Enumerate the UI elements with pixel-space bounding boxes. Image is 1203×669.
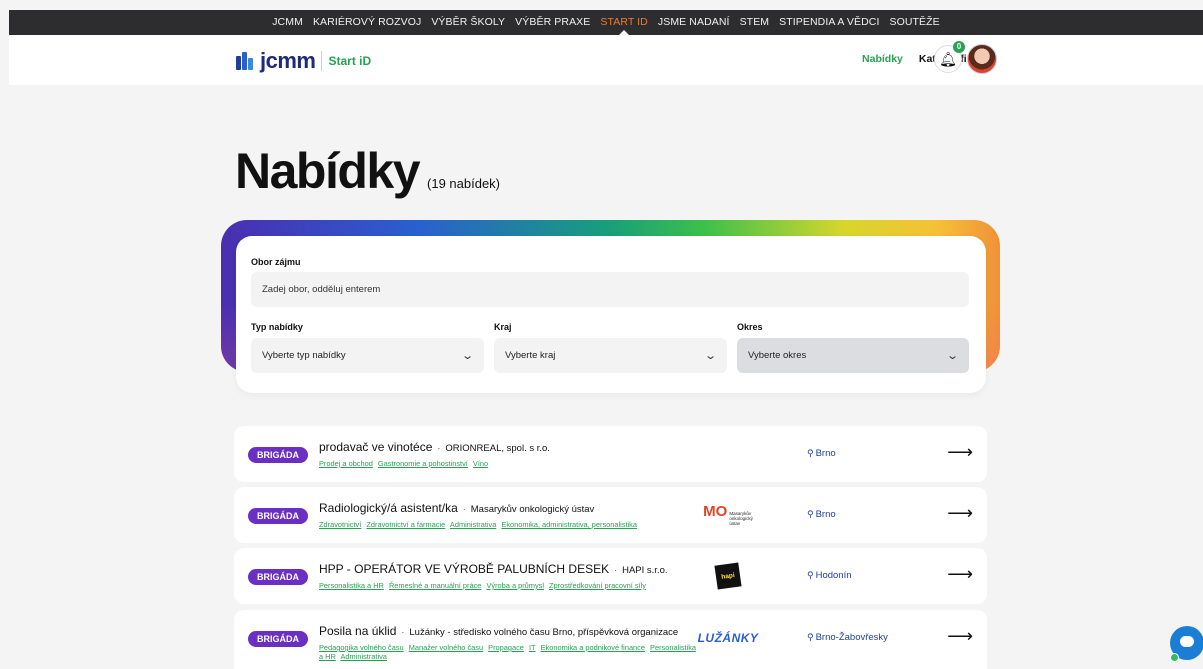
tag-link[interactable]: Administrativa	[341, 652, 387, 661]
logo[interactable]: jcmm Start iD	[236, 48, 371, 74]
offer-card[interactable]: BRIGÁDA Radiologický/á asistent/ka · Masar…	[234, 487, 987, 543]
topnav-souteze[interactable]: SOUTĚŽE	[884, 10, 944, 35]
offer-location: ⚲ Hodonín	[807, 570, 852, 581]
company-logo: MO Masarykův onkologický ústav	[703, 502, 753, 526]
offer-company: Lužánky - středisko volného času Brno, p…	[409, 627, 679, 638]
offer-tags: Pedagogika volného času Manažer volného …	[319, 643, 699, 661]
topnav-stem[interactable]: STEM	[735, 10, 775, 35]
top-navigation: JCMM KARIÉROVÝ ROZVOJ VÝBĚR ŠKOLY VÝBĚR …	[9, 10, 1203, 35]
nav-offers[interactable]: Nabídky	[862, 53, 903, 65]
offer-tags: Zdravotnictví Zdravotnictví a farmacie A…	[319, 520, 699, 529]
logo-text: jcmm	[260, 48, 316, 73]
offer-card[interactable]: BRIGÁDA Posila na úklid · Lužánky - středi…	[234, 610, 987, 669]
brand-text: Start iD	[328, 54, 372, 68]
notification-badge: 0	[953, 41, 965, 53]
region-label: Kraj	[494, 322, 512, 332]
chat-icon	[1180, 636, 1194, 647]
district-select[interactable]: Vyberte okres ⌄	[737, 338, 969, 373]
offer-location: ⚲ Brno-Žabovřesky	[807, 632, 888, 643]
district-select-value: Vyberte okres	[748, 350, 807, 361]
tag-link[interactable]: Víno	[473, 459, 488, 468]
location-pin-icon: ⚲	[807, 570, 814, 580]
district-label: Okres	[737, 322, 763, 332]
site-header: jcmm Start iD Nabídky Katalog firem 🔔︎ 0	[9, 35, 1203, 85]
offer-title-text: Radiologický/á asistent/ka	[319, 501, 458, 515]
topnav-stipendia[interactable]: STIPENDIA A VĚDCI	[774, 10, 884, 35]
region-select[interactable]: Vyberte kraj ⌄	[494, 338, 727, 373]
location-pin-icon: ⚲	[807, 448, 814, 458]
chevron-down-icon: ⌄	[460, 350, 474, 362]
tag-link[interactable]: Pedagogika volného času	[319, 643, 404, 652]
offer-company: HAPI s.r.o.	[622, 565, 668, 576]
interest-label: Obor zájmu	[251, 257, 301, 267]
offer-tags: Prodej a obchod Gastronomie a pohostinst…	[319, 459, 699, 468]
tag-link[interactable]: Gastronomie a pohostinství	[378, 459, 468, 468]
offer-type-badge: BRIGÁDA	[248, 569, 308, 585]
offer-company: Masarykův onkologický ústav	[470, 504, 595, 515]
notifications-button[interactable]: 🔔︎ 0	[934, 41, 965, 73]
page-title: Nabídky	[235, 143, 421, 199]
arrow-right-icon[interactable]: ⟶	[947, 442, 973, 463]
offer-location: ⚲ Brno	[807, 509, 836, 520]
tag-link[interactable]: Zdravotnictví	[319, 520, 361, 529]
online-status-dot	[1170, 653, 1179, 662]
topnav-vyber-praxe[interactable]: VÝBĚR PRAXE	[510, 10, 595, 35]
offer-title: prodavač ve vinotéce · ORIONREAL, spol. s …	[319, 440, 550, 454]
company-logo: hapi	[701, 556, 755, 596]
offer-title-text: HPP - OPERÁTOR VE VÝROBĚ PALUBNÍCH DESEK	[319, 562, 610, 576]
page-heading: Nabídky (19 nabídek)	[235, 142, 500, 200]
offer-location: ⚲ Brno	[807, 448, 836, 459]
arrow-right-icon[interactable]: ⟶	[947, 564, 973, 585]
tag-link[interactable]: Propagace	[488, 643, 524, 652]
topnav-start-id[interactable]: START ID	[595, 10, 652, 35]
offer-type-badge: BRIGÁDA	[248, 447, 308, 463]
arrow-right-icon[interactable]: ⟶	[947, 626, 973, 647]
bell-icon: 🔔︎	[939, 50, 957, 67]
tag-link[interactable]: Ekonomika, administrativa, personalistik…	[501, 520, 637, 529]
location-pin-icon: ⚲	[807, 509, 814, 519]
topnav-jsme-nadani[interactable]: JSME NADANÍ	[653, 10, 735, 35]
chevron-down-icon: ⌄	[703, 350, 717, 362]
topnav-jcmm[interactable]: JCMM	[267, 10, 308, 35]
offer-count: (19 nabídek)	[427, 176, 501, 191]
offer-company: ORIONREAL, spol. s r.o.	[445, 443, 550, 454]
tag-link[interactable]: Řemeslné a manuální práce	[389, 581, 481, 590]
offer-title: Posila na úklid · Lužánky - středisko voln…	[319, 624, 679, 638]
logo-divider	[321, 51, 323, 71]
books-logo-icon	[236, 52, 254, 70]
tag-link[interactable]: Personalistika a HR	[319, 581, 384, 590]
region-select-value: Vyberte kraj	[505, 350, 556, 361]
tag-link[interactable]: Ekonomika a podnikové finance	[541, 643, 645, 652]
tag-link[interactable]: IT	[529, 643, 536, 652]
company-logo: LUŽÁNKY	[697, 631, 759, 645]
topnav-karierovy-rozvoj[interactable]: KARIÉROVÝ ROZVOJ	[308, 10, 426, 35]
offer-title: Radiologický/á asistent/ka · Masarykův onk…	[319, 501, 595, 515]
chat-button[interactable]	[1170, 626, 1203, 662]
tag-link[interactable]: Zprostředkování pracovní síly	[549, 581, 646, 590]
offer-card[interactable]: BRIGÁDA HPP - OPERÁTOR VE VÝROBĚ PALUBNÍ…	[234, 548, 987, 604]
chevron-down-icon: ⌄	[945, 350, 959, 362]
tag-link[interactable]: Prodej a obchod	[319, 459, 373, 468]
tag-link[interactable]: Zdravotnictví a farmacie	[366, 520, 445, 529]
offer-title-text: prodavač ve vinotéce	[319, 440, 433, 454]
interest-input[interactable]: Zadej obor, odděluj enterem	[251, 272, 969, 307]
topnav-vyber-skoly[interactable]: VÝBĚR ŠKOLY	[426, 10, 510, 35]
tag-link[interactable]: Manažer volného času	[409, 643, 483, 652]
type-select-value: Vyberte typ nabídky	[262, 350, 346, 361]
offer-tags: Personalistika a HR Řemeslné a manuální …	[319, 581, 699, 590]
tag-link[interactable]: Administrativa	[450, 520, 496, 529]
type-select[interactable]: Vyberte typ nabídky ⌄	[251, 338, 484, 373]
type-label: Typ nabídky	[251, 322, 303, 332]
arrow-right-icon[interactable]: ⟶	[947, 503, 973, 524]
offer-type-badge: BRIGÁDA	[248, 631, 308, 647]
offer-card[interactable]: BRIGÁDA prodavač ve vinotéce · ORIONREAL, …	[234, 426, 987, 482]
tag-link[interactable]: Výroba a průmysl	[486, 581, 544, 590]
location-pin-icon: ⚲	[807, 632, 814, 642]
offer-title: HPP - OPERÁTOR VE VÝROBĚ PALUBNÍCH DESEK…	[319, 562, 668, 576]
offer-title-text: Posila na úklid	[319, 624, 397, 638]
offer-type-badge: BRIGÁDA	[248, 508, 308, 524]
filter-card: Obor zájmu Zadej obor, odděluj enterem T…	[236, 236, 986, 393]
avatar[interactable]	[967, 44, 997, 74]
